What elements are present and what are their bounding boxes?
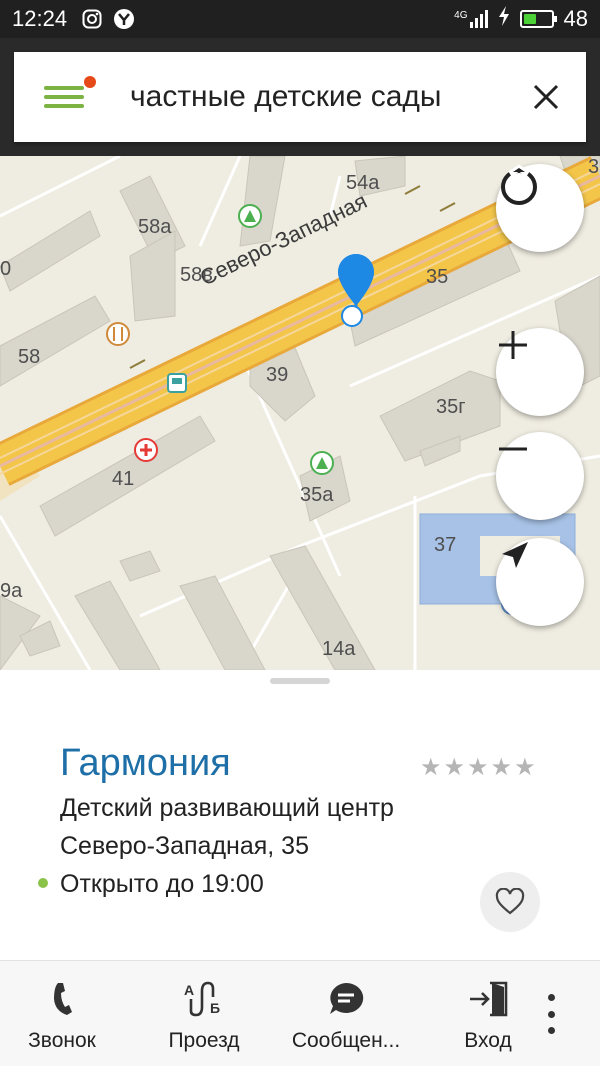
charging-icon (498, 6, 510, 32)
building-label: 0 (0, 258, 12, 280)
message-button[interactable]: Сообщен... (288, 961, 404, 1066)
zoom-out-icon (499, 447, 527, 451)
building-label: 37 (434, 534, 457, 556)
call-button[interactable]: Звонок (20, 961, 104, 1066)
poi-medical-icon (134, 438, 158, 462)
place-category: Детский развивающий центр (60, 794, 394, 822)
battery-percent: 48 (563, 6, 588, 31)
place-name[interactable]: Гармония (60, 742, 231, 785)
phone-icon (54, 983, 72, 1015)
building-label: 3 (588, 156, 600, 178)
search-input[interactable]: частные детские сады (114, 80, 506, 114)
svg-text:A: A (184, 982, 194, 998)
building-label: 58в (180, 264, 213, 286)
building-label: 35 (426, 266, 449, 288)
building-label: 39 (266, 364, 289, 386)
compass-button[interactable] (496, 164, 584, 252)
battery-icon (519, 10, 557, 28)
network-type: 4G (454, 10, 468, 21)
route-button[interactable]: A Б Проезд (160, 961, 248, 1066)
star-icon: ★ (467, 754, 489, 781)
building-label: 35г (436, 396, 466, 418)
compass-icon (501, 164, 537, 205)
map-view[interactable]: Северо-Западная 54а 58а 58в 58 35 39 35г… (0, 156, 600, 670)
star-icon: ★ (420, 754, 442, 781)
poi-restaurant-icon (106, 322, 130, 346)
yandex-icon (113, 8, 135, 30)
building-label: 9а (0, 580, 23, 602)
entrance-button[interactable]: Вход (448, 961, 528, 1066)
zoom-in-button[interactable] (496, 328, 584, 416)
more-dot (547, 1027, 555, 1034)
signal-icon: 4G (454, 10, 488, 28)
call-label: Звонок (28, 1029, 96, 1052)
building-label: 35а (300, 484, 334, 506)
status-bar: 12:24 4G 48 (0, 0, 600, 38)
building-label: 41 (112, 468, 135, 490)
open-status-dot (38, 878, 48, 888)
opening-hours: Открыто до 19:00 (60, 870, 264, 898)
poi-bus-stop-icon (167, 373, 187, 393)
svg-text:Б: Б (210, 1000, 220, 1016)
heart-icon (495, 888, 525, 915)
clear-search-button[interactable] (506, 52, 586, 142)
building-label: 58 (18, 346, 41, 368)
zoom-out-button[interactable] (496, 432, 584, 520)
entrance-label: Вход (464, 1029, 512, 1052)
building-label: 58а (138, 216, 172, 238)
my-location-button[interactable] (496, 538, 584, 626)
hamburger-menu-icon (44, 81, 84, 113)
clock: 12:24 (12, 6, 68, 31)
more-dot (547, 1010, 555, 1018)
route-label: Проезд (168, 1029, 240, 1052)
star-icon: ★ (514, 754, 536, 781)
building-label: 54а (346, 172, 380, 194)
close-icon (533, 84, 559, 110)
place-address: Северо-Западная, 35 (60, 832, 309, 860)
route-icon: A Б (184, 981, 220, 1017)
poi-kindergarten-icon (238, 204, 262, 228)
star-icon: ★ (443, 754, 466, 781)
more-options-button[interactable] (536, 994, 566, 1034)
place-card[interactable]: Гармония ★ ★ ★ ★ ★ Детский развивающий ц… (0, 670, 600, 960)
favorite-button[interactable] (480, 872, 540, 932)
rating-stars: ★ ★ ★ ★ ★ (420, 756, 536, 780)
instagram-icon (81, 8, 103, 30)
search-bar: частные детские сады (14, 52, 586, 142)
my-location-icon (502, 542, 528, 568)
building-label: 14а (322, 638, 356, 660)
entrance-icon (470, 981, 508, 1017)
chat-icon (330, 982, 364, 1014)
zoom-in-icon (499, 331, 527, 359)
menu-button[interactable] (14, 52, 114, 142)
action-bar: Звонок A Б Проезд Сообщен... Вход (0, 960, 600, 1066)
drag-handle[interactable] (270, 678, 330, 684)
star-icon: ★ (490, 754, 513, 781)
more-dot (547, 994, 555, 1001)
poi-kindergarten-icon (310, 451, 334, 475)
message-label: Сообщен... (291, 1029, 401, 1052)
notification-dot (84, 76, 96, 88)
